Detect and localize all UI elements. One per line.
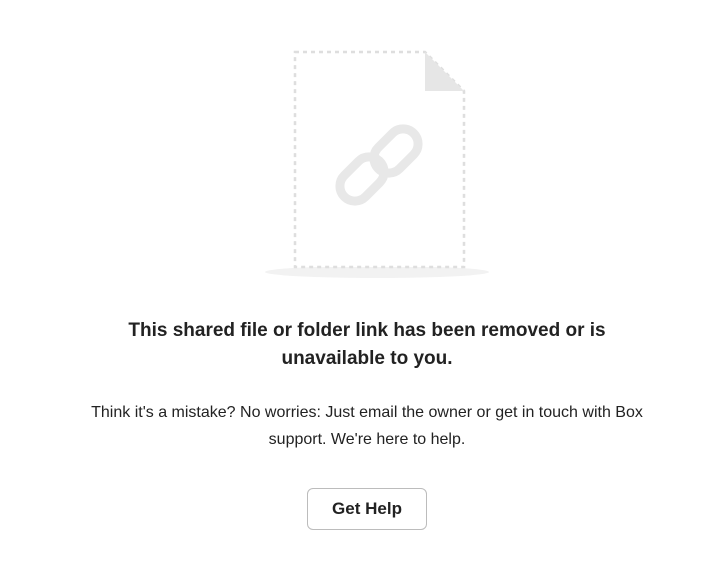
file-illustration [260, 40, 492, 285]
error-title: This shared file or folder link has been… [128, 320, 606, 369]
error-message: Think it's a mistake? No worries: Just e… [91, 404, 643, 448]
shared-link-error-page: This shared file or folder link has been… [0, 0, 721, 571]
broken-link-file-icon [265, 50, 489, 278]
get-help-button[interactable]: Get Help [307, 488, 427, 530]
